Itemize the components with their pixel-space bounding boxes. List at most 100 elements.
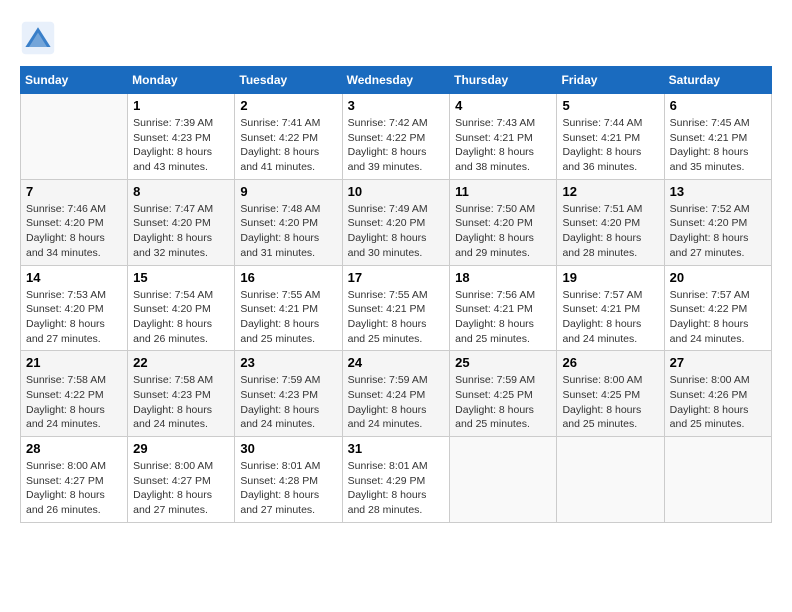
cell-details: Sunrise: 8:00 AM Sunset: 4:27 PM Dayligh… [133,459,229,518]
calendar-cell: 15Sunrise: 7:54 AM Sunset: 4:20 PM Dayli… [128,265,235,351]
calendar-cell: 20 Sunrise: 7:57 AM Sunset: 4:22 PM Dayli… [664,265,771,351]
day-number: 31 [348,441,445,456]
calendar-cell: 25 Sunrise: 7:59 AM Sunset: 4:25 PM Dayli… [450,351,557,437]
calendar-cell: 3 Sunrise: 7:42 AM Sunset: 4:22 PM Daylig… [342,94,450,180]
cell-details: Sunrise: 7:56 AM Sunset: 4:21 PM Dayligh… [455,288,551,347]
calendar-cell: 24 Sunrise: 7:59 AM Sunset: 4:24 PM Dayli… [342,351,450,437]
day-number: 14 [26,270,122,285]
calendar-cell: 27Sunrise: 8:00 AM Sunset: 4:26 PM Dayli… [664,351,771,437]
calendar-cell: 4 Sunrise: 7:43 AM Sunset: 4:21 PM Daylig… [450,94,557,180]
calendar-cell: 7Sunrise: 7:46 AM Sunset: 4:20 PM Daylig… [21,179,128,265]
day-number: 15 [133,270,229,285]
calendar-cell [664,437,771,523]
calendar-cell: 29 Sunrise: 8:00 AM Sunset: 4:27 PM Dayli… [128,437,235,523]
cell-details: Sunrise: 7:39 AM Sunset: 4:23 PM Dayligh… [133,116,229,175]
page-header [20,20,772,56]
calendar-cell: 22 Sunrise: 7:58 AM Sunset: 4:23 PM Dayli… [128,351,235,437]
cell-details: Sunrise: 7:53 AM Sunset: 4:20 PM Dayligh… [26,288,122,347]
cell-details: Sunrise: 8:01 AM Sunset: 4:29 PM Dayligh… [348,459,445,518]
calendar-week-row: 7Sunrise: 7:46 AM Sunset: 4:20 PM Daylig… [21,179,772,265]
calendar-cell: 21 Sunrise: 7:58 AM Sunset: 4:22 PM Dayli… [21,351,128,437]
cell-details: Sunrise: 7:44 AM Sunset: 4:21 PM Dayligh… [562,116,658,175]
calendar-cell: 13 Sunrise: 7:52 AM Sunset: 4:20 PM Dayli… [664,179,771,265]
day-number: 30 [240,441,336,456]
day-number: 18 [455,270,551,285]
cell-details: Sunrise: 8:00 AM Sunset: 4:27 PM Dayligh… [26,459,122,518]
col-header-wednesday: Wednesday [342,67,450,94]
calendar-cell: 31 Sunrise: 8:01 AM Sunset: 4:29 PM Dayli… [342,437,450,523]
day-number: 24 [348,355,445,370]
cell-details: Sunrise: 7:59 AM Sunset: 4:24 PM Dayligh… [348,373,445,432]
calendar-cell: 5 Sunrise: 7:44 AM Sunset: 4:21 PM Daylig… [557,94,664,180]
calendar-cell: 17 Sunrise: 7:55 AM Sunset: 4:21 PM Dayli… [342,265,450,351]
calendar-cell [21,94,128,180]
day-number: 5 [562,98,658,113]
calendar-cell: 23 Sunrise: 7:59 AM Sunset: 4:23 PM Dayli… [235,351,342,437]
day-number: 6 [670,98,766,113]
cell-details: Sunrise: 7:55 AM Sunset: 4:21 PM Dayligh… [240,288,336,347]
day-number: 8 [133,184,229,199]
cell-details: Sunrise: 7:58 AM Sunset: 4:22 PM Dayligh… [26,373,122,432]
calendar-cell [450,437,557,523]
cell-details: Sunrise: 7:57 AM Sunset: 4:21 PM Dayligh… [562,288,658,347]
calendar-cell: 2 Sunrise: 7:41 AM Sunset: 4:22 PM Daylig… [235,94,342,180]
col-header-tuesday: Tuesday [235,67,342,94]
cell-details: Sunrise: 7:43 AM Sunset: 4:21 PM Dayligh… [455,116,551,175]
logo [20,20,60,56]
calendar-cell: 8 Sunrise: 7:47 AM Sunset: 4:20 PM Daylig… [128,179,235,265]
calendar-week-row: 28 Sunrise: 8:00 AM Sunset: 4:27 PM Dayli… [21,437,772,523]
day-number: 19 [562,270,658,285]
calendar-cell: 14 Sunrise: 7:53 AM Sunset: 4:20 PM Dayli… [21,265,128,351]
calendar-week-row: 14 Sunrise: 7:53 AM Sunset: 4:20 PM Dayli… [21,265,772,351]
cell-details: Sunrise: 7:58 AM Sunset: 4:23 PM Dayligh… [133,373,229,432]
calendar-cell: 28 Sunrise: 8:00 AM Sunset: 4:27 PM Dayli… [21,437,128,523]
day-number: 10 [348,184,445,199]
calendar-cell: 16 Sunrise: 7:55 AM Sunset: 4:21 PM Dayli… [235,265,342,351]
day-number: 22 [133,355,229,370]
calendar-cell: 10 Sunrise: 7:49 AM Sunset: 4:20 PM Dayli… [342,179,450,265]
col-header-monday: Monday [128,67,235,94]
calendar-cell: 9Sunrise: 7:48 AM Sunset: 4:20 PM Daylig… [235,179,342,265]
calendar-table: SundayMondayTuesdayWednesdayThursdayFrid… [20,66,772,523]
cell-details: Sunrise: 7:41 AM Sunset: 4:22 PM Dayligh… [240,116,336,175]
calendar-cell: 1 Sunrise: 7:39 AM Sunset: 4:23 PM Daylig… [128,94,235,180]
day-number: 17 [348,270,445,285]
day-number: 13 [670,184,766,199]
col-header-thursday: Thursday [450,67,557,94]
cell-details: Sunrise: 7:47 AM Sunset: 4:20 PM Dayligh… [133,202,229,261]
cell-details: Sunrise: 7:52 AM Sunset: 4:20 PM Dayligh… [670,202,766,261]
cell-details: Sunrise: 7:57 AM Sunset: 4:22 PM Dayligh… [670,288,766,347]
cell-details: Sunrise: 7:45 AM Sunset: 4:21 PM Dayligh… [670,116,766,175]
cell-details: Sunrise: 7:59 AM Sunset: 4:25 PM Dayligh… [455,373,551,432]
day-number: 29 [133,441,229,456]
day-number: 27 [670,355,766,370]
calendar-header-row: SundayMondayTuesdayWednesdayThursdayFrid… [21,67,772,94]
cell-details: Sunrise: 7:49 AM Sunset: 4:20 PM Dayligh… [348,202,445,261]
calendar-week-row: 21 Sunrise: 7:58 AM Sunset: 4:22 PM Dayli… [21,351,772,437]
day-number: 21 [26,355,122,370]
col-header-friday: Friday [557,67,664,94]
day-number: 3 [348,98,445,113]
calendar-week-row: 1 Sunrise: 7:39 AM Sunset: 4:23 PM Daylig… [21,94,772,180]
calendar-cell: 19 Sunrise: 7:57 AM Sunset: 4:21 PM Dayli… [557,265,664,351]
cell-details: Sunrise: 7:59 AM Sunset: 4:23 PM Dayligh… [240,373,336,432]
calendar-cell: 30Sunrise: 8:01 AM Sunset: 4:28 PM Dayli… [235,437,342,523]
calendar-cell: 18 Sunrise: 7:56 AM Sunset: 4:21 PM Dayli… [450,265,557,351]
day-number: 16 [240,270,336,285]
day-number: 28 [26,441,122,456]
day-number: 23 [240,355,336,370]
day-number: 9 [240,184,336,199]
calendar-cell: 26Sunrise: 8:00 AM Sunset: 4:25 PM Dayli… [557,351,664,437]
cell-details: Sunrise: 7:42 AM Sunset: 4:22 PM Dayligh… [348,116,445,175]
cell-details: Sunrise: 7:55 AM Sunset: 4:21 PM Dayligh… [348,288,445,347]
calendar-cell [557,437,664,523]
calendar-cell: 6 Sunrise: 7:45 AM Sunset: 4:21 PM Daylig… [664,94,771,180]
day-number: 2 [240,98,336,113]
cell-details: Sunrise: 7:51 AM Sunset: 4:20 PM Dayligh… [562,202,658,261]
day-number: 20 [670,270,766,285]
col-header-saturday: Saturday [664,67,771,94]
day-number: 25 [455,355,551,370]
day-number: 1 [133,98,229,113]
day-number: 7 [26,184,122,199]
day-number: 4 [455,98,551,113]
